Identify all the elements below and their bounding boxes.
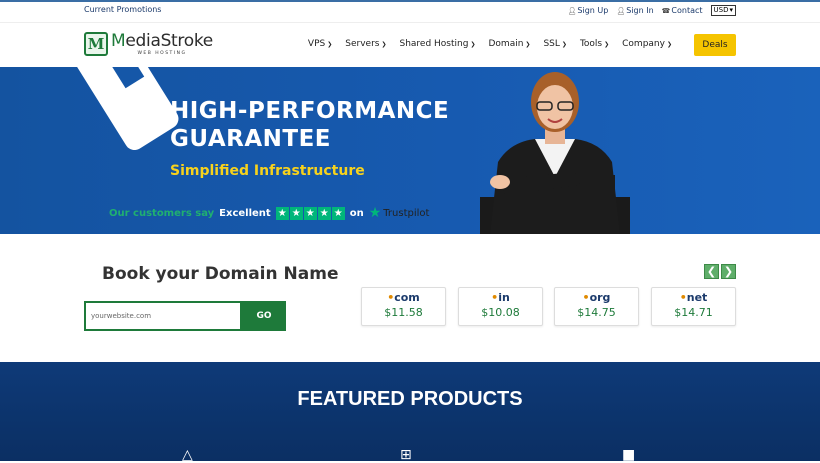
hero-banner[interactable]: HIGH-PERFORMANCE GUARANTEE Simplified Inf… bbox=[0, 67, 820, 234]
menu-item-vps[interactable]: VPS ❯ bbox=[308, 39, 332, 49]
menu-label: SSL bbox=[543, 39, 560, 49]
tld-carousel-nav: ❮ ❯ bbox=[704, 264, 736, 279]
dot-icon: • bbox=[679, 291, 687, 304]
tld-price: $14.75 bbox=[577, 306, 616, 319]
logo-name-rest: ediaStroke bbox=[125, 30, 213, 51]
menu-item-tools[interactable]: Tools ❯ bbox=[580, 39, 609, 49]
trustpilot-star-icon: ★ bbox=[368, 205, 382, 221]
chevron-down-icon: ❯ bbox=[327, 40, 333, 48]
tld-card-org[interactable]: •org $14.75 bbox=[554, 287, 639, 326]
tld-card-com[interactable]: •com $11.58 bbox=[361, 287, 446, 326]
currency-select[interactable]: USD ▾ bbox=[710, 5, 736, 16]
logo-tagline: WEB HOSTING bbox=[137, 50, 187, 56]
hero-title: HIGH-PERFORMANCE GUARANTEE bbox=[170, 97, 449, 153]
logo-name: MediaStroke bbox=[111, 30, 213, 51]
chevron-down-icon: ▾ bbox=[729, 6, 733, 14]
tld-name-text: in bbox=[498, 291, 510, 304]
menu-item-domain[interactable]: Domain ❯ bbox=[488, 39, 530, 49]
trust-lead: Our customers say bbox=[109, 207, 215, 219]
top-links: 👤︎ Sign Up 👤︎ Sign In ☎ Contact USD ▾ bbox=[568, 5, 736, 16]
star-icon: ★ bbox=[317, 206, 331, 220]
featured-title: FEATURED PRODUCTS bbox=[297, 388, 523, 410]
logo-name-prefix: M bbox=[111, 30, 126, 51]
chevron-down-icon: ❯ bbox=[381, 40, 387, 48]
signin-label: Sign In bbox=[626, 6, 654, 15]
trustpilot-logo: ★ Trustpilot bbox=[369, 205, 430, 221]
star-icon: ★ bbox=[275, 206, 289, 220]
tld-name: •org bbox=[555, 291, 638, 304]
menu-item-servers[interactable]: Servers ❯ bbox=[345, 39, 386, 49]
user-icon: 👤︎ bbox=[567, 6, 577, 15]
top-bar: Current Promotions 👤︎ Sign Up 👤︎ Sign In ☎… bbox=[0, 0, 820, 22]
tld-price: $10.08 bbox=[481, 306, 520, 319]
tld-name-text: org bbox=[589, 291, 611, 304]
chevron-right-icon[interactable]: ❯ bbox=[721, 264, 736, 279]
domain-heading: Book your Domain Name bbox=[102, 264, 339, 284]
chevron-down-icon: ❯ bbox=[604, 40, 610, 48]
tld-name: •in bbox=[459, 291, 542, 304]
star-icon: ★ bbox=[303, 206, 317, 220]
main-navbar: M MediaStroke WEB HOSTING VPS ❯ Servers ❯ … bbox=[0, 22, 820, 67]
menu-label: Company bbox=[622, 39, 665, 49]
hero-subtitle: Simplified Infrastructure bbox=[170, 163, 365, 179]
hero-title-line2: GUARANTEE bbox=[170, 126, 332, 152]
domain-search-section: Book your Domain Name yourwebsite.com GO… bbox=[0, 234, 820, 362]
tld-price: $11.58 bbox=[384, 306, 423, 319]
go-button[interactable]: GO bbox=[242, 301, 286, 331]
signup-label: Sign Up bbox=[577, 6, 609, 15]
menu-item-ssl[interactable]: SSL ❯ bbox=[543, 39, 566, 49]
tld-name: •com bbox=[362, 291, 445, 304]
signin-link[interactable]: 👤︎ Sign In bbox=[616, 6, 653, 15]
domain-search-input[interactable]: yourwebsite.com bbox=[84, 301, 242, 331]
dot-icon: • bbox=[582, 291, 590, 304]
tld-name-text: net bbox=[686, 291, 708, 304]
trust-on: on bbox=[349, 207, 364, 219]
contact-link[interactable]: ☎ Contact bbox=[662, 6, 703, 15]
current-promotions-link[interactable]: Current Promotions bbox=[84, 5, 161, 14]
menu-label: Tools bbox=[579, 39, 603, 49]
contact-label: Contact bbox=[671, 6, 703, 15]
chevron-down-icon: ❯ bbox=[561, 40, 567, 48]
menu-item-shared-hosting[interactable]: Shared Hosting ❯ bbox=[399, 39, 475, 49]
user-icon: 👤︎ bbox=[616, 6, 626, 15]
main-menu: VPS ❯ Servers ❯ Shared Hosting ❯ Domain ❯ SS… bbox=[308, 39, 672, 49]
currency-value: USD bbox=[713, 6, 729, 14]
trustpilot-brand: Trustpilot bbox=[383, 207, 430, 219]
deals-button[interactable]: Deals bbox=[694, 34, 736, 56]
chevron-down-icon: ❯ bbox=[470, 40, 476, 48]
tld-name-text: com bbox=[394, 291, 420, 304]
site-logo[interactable]: M MediaStroke WEB HOSTING bbox=[84, 32, 213, 56]
featured-products-section: FEATURED PRODUCTS △ ⊞ ■ bbox=[0, 362, 820, 463]
hero-woman-illustration bbox=[480, 72, 630, 234]
trustpilot-rating: Our customers say Excellent ★ ★ ★ ★ ★ on… bbox=[109, 205, 429, 221]
rating-stars: ★ ★ ★ ★ ★ bbox=[275, 206, 345, 220]
star-icon: ★ bbox=[289, 206, 303, 220]
menu-label: Shared Hosting bbox=[399, 39, 469, 49]
menu-item-company[interactable]: Company ❯ bbox=[622, 39, 672, 49]
tld-price: $14.71 bbox=[674, 306, 713, 319]
phone-icon: ☎ bbox=[661, 6, 671, 15]
chevron-left-icon[interactable]: ❮ bbox=[704, 264, 719, 279]
chevron-down-icon: ❯ bbox=[525, 40, 531, 48]
trust-rating-word: Excellent bbox=[219, 207, 271, 219]
menu-label: VPS bbox=[307, 39, 326, 49]
menu-label: Servers bbox=[345, 39, 380, 49]
star-icon: ★ bbox=[331, 206, 345, 220]
tld-card-in[interactable]: •in $10.08 bbox=[458, 287, 543, 326]
tld-name: •net bbox=[652, 291, 735, 304]
logo-mark: M bbox=[84, 32, 108, 56]
menu-label: Domain bbox=[488, 39, 524, 49]
chevron-down-icon: ❯ bbox=[666, 40, 672, 48]
signup-link[interactable]: 👤︎ Sign Up bbox=[568, 6, 609, 15]
tld-card-net[interactable]: •net $14.71 bbox=[651, 287, 736, 326]
hero-title-line1: HIGH-PERFORMANCE bbox=[170, 98, 450, 124]
